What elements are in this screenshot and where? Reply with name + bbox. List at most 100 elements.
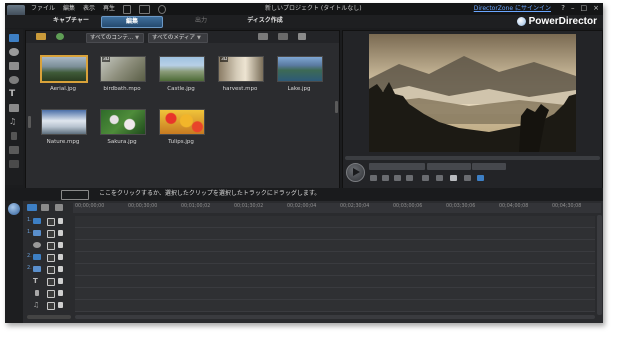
volume-icon[interactable]	[450, 175, 457, 181]
settings-icon[interactable]	[158, 5, 167, 14]
lock-icon[interactable]	[58, 218, 63, 224]
timeline-sidebar	[5, 201, 23, 323]
track-lane-video-2[interactable]	[75, 252, 595, 264]
display-mode-icon[interactable]	[436, 175, 443, 181]
media-thumbnail-lake[interactable]	[277, 56, 323, 82]
track-enable-checkbox[interactable]	[47, 302, 55, 310]
pip-room-icon[interactable]	[9, 62, 19, 70]
stop-icon[interactable]	[370, 175, 377, 181]
library-resize-grip[interactable]	[28, 116, 31, 128]
movie-mode-button[interactable]	[427, 163, 471, 170]
previous-frame-icon[interactable]	[382, 175, 389, 181]
tab-disc[interactable]: ディスク作成	[233, 16, 297, 26]
subtitle-room-icon[interactable]	[9, 160, 19, 168]
preview-progress-slider[interactable]	[345, 156, 600, 160]
media-thumbnail-castle[interactable]	[159, 56, 205, 82]
media-thumbnail-tulips[interactable]	[159, 109, 205, 135]
minimize-button[interactable]: –	[571, 4, 575, 13]
tab-capture[interactable]: キャプチャー	[41, 16, 101, 26]
directorzone-signin-link[interactable]: DirectorZone にサインイン	[474, 4, 551, 13]
media-filter-dropdown[interactable]: すべてのメディア ▼	[148, 33, 208, 43]
chapter-room-icon[interactable]	[9, 146, 19, 154]
effect-room-icon[interactable]	[9, 48, 19, 56]
track-lane-effect[interactable]	[75, 240, 595, 252]
track-enable-checkbox[interactable]	[47, 230, 55, 238]
menu-tool-icon[interactable]	[123, 5, 132, 14]
media-thumbnail-birdbath[interactable]: 3D	[100, 56, 146, 82]
next-frame-icon[interactable]	[394, 175, 401, 181]
insert-to-track-icon[interactable]	[61, 190, 89, 200]
lock-icon[interactable]	[58, 230, 63, 236]
grid-view-icon[interactable]	[298, 33, 306, 40]
track-enable-checkbox[interactable]	[47, 290, 55, 298]
track-enable-checkbox[interactable]	[47, 242, 55, 250]
fast-forward-icon[interactable]	[406, 175, 413, 181]
media-thumbnail-nature[interactable]	[41, 109, 87, 135]
media-label-birdbath: birdbath.mpo	[103, 86, 141, 92]
track-enable-checkbox[interactable]	[47, 266, 55, 274]
track-enable-checkbox[interactable]	[47, 254, 55, 262]
menu-play[interactable]: 再生	[103, 4, 115, 14]
voice-room-icon[interactable]	[11, 132, 17, 140]
track-manager-icon[interactable]	[55, 204, 63, 211]
download-media-icon[interactable]	[56, 33, 64, 40]
content-filter-dropdown[interactable]: すべてのコンテ... ▼	[86, 33, 144, 43]
title-room-icon[interactable]: T	[9, 90, 19, 99]
help-button[interactable]: ?	[561, 4, 565, 13]
track-lane-music[interactable]	[75, 300, 595, 312]
track-lane-voice[interactable]	[75, 288, 595, 300]
media-thumbnail-sakura[interactable]	[100, 109, 146, 135]
audio-room-icon[interactable]: ♫	[9, 118, 19, 126]
timecode-display	[472, 163, 506, 170]
lock-icon[interactable]	[58, 266, 63, 272]
aspect-icon[interactable]	[464, 175, 471, 181]
3d-mode-icon[interactable]	[477, 175, 484, 181]
media-room-icon[interactable]	[9, 34, 19, 42]
hint-text: ここをクリックするか、選択したクリップを選択したトラックにドラッグします。	[99, 190, 321, 197]
lock-icon[interactable]	[58, 302, 63, 308]
track-lane-video-1[interactable]	[75, 216, 595, 228]
playback-controls	[343, 162, 602, 188]
menu-edit[interactable]: 編集	[63, 4, 75, 14]
timeline-horizontal-scrollbar[interactable]	[75, 315, 595, 319]
menu-view[interactable]: 表示	[83, 4, 95, 14]
close-button[interactable]: ×	[593, 4, 599, 13]
media-thumbnail-harvest[interactable]: 3D	[218, 56, 264, 82]
tab-edit[interactable]: 編集	[101, 16, 163, 28]
import-folder-icon[interactable]	[36, 33, 46, 40]
track-header-audio-2: 2.	[25, 264, 73, 275]
media-thumbnail-aerial[interactable]	[41, 56, 87, 82]
track-header-title: T	[25, 276, 73, 287]
storyboard-view-icon[interactable]	[41, 204, 49, 211]
menu-layout-icon[interactable]	[139, 5, 151, 14]
track-header-audio-1: 1.	[25, 228, 73, 239]
transition-room-icon[interactable]	[9, 104, 19, 112]
library-view-icon[interactable]	[278, 33, 288, 40]
powerdirector-globe-icon[interactable]	[8, 203, 20, 215]
lock-icon[interactable]	[58, 254, 63, 260]
library-menu-icon[interactable]	[258, 33, 268, 40]
powerdirector-window: ファイル 編集 表示 再生 新しいプロジェクト (タイトルなし) Directo…	[5, 3, 603, 323]
snapshot-icon[interactable]	[422, 175, 429, 181]
play-button[interactable]	[346, 163, 365, 182]
maximize-button[interactable]: □	[581, 4, 588, 13]
menu-file[interactable]: ファイル	[31, 4, 55, 14]
particle-room-icon[interactable]	[9, 76, 19, 84]
track-header-music: ♫	[25, 300, 73, 311]
track-enable-checkbox[interactable]	[47, 218, 55, 226]
timeline-view-icon[interactable]	[27, 204, 37, 211]
timeline-vertical-scrollbar[interactable]	[597, 215, 602, 315]
timeline-ruler[interactable]: 00;00;00;00 00;00;30;00 00;01;00;02 00;0…	[73, 203, 601, 213]
track-lane-title[interactable]	[75, 276, 595, 288]
lock-icon[interactable]	[58, 290, 63, 296]
track-lane-audio-2[interactable]	[75, 264, 595, 276]
tab-output[interactable]: 出力	[171, 16, 231, 26]
panel-splitter-grip[interactable]	[335, 101, 338, 113]
lock-icon[interactable]	[58, 278, 63, 284]
clip-mode-button[interactable]	[369, 163, 425, 170]
library-toolbar: すべてのコンテ... ▼ すべてのメディア ▼	[26, 31, 339, 43]
track-lane-audio-1[interactable]	[75, 228, 595, 240]
lock-icon[interactable]	[58, 242, 63, 248]
track-enable-checkbox[interactable]	[47, 278, 55, 286]
timeline-zoom-slider[interactable]	[27, 315, 71, 319]
